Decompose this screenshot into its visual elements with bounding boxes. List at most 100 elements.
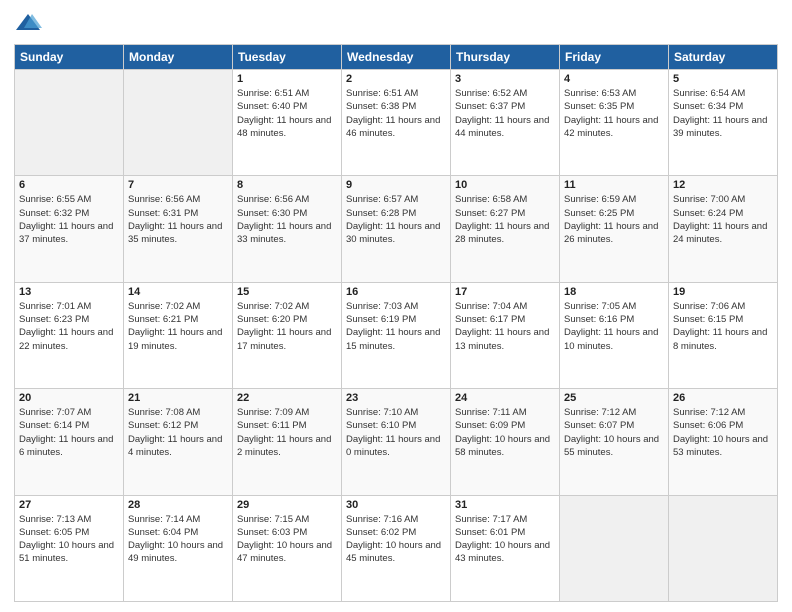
day-number: 3 — [455, 73, 555, 85]
col-header-sunday: Sunday — [15, 45, 124, 70]
day-info: Sunrise: 6:58 AMSunset: 6:27 PMDaylight:… — [455, 193, 555, 246]
day-number: 26 — [673, 392, 773, 404]
empty-cell — [669, 495, 778, 601]
day-info: Sunrise: 6:51 AMSunset: 6:40 PMDaylight:… — [237, 87, 337, 140]
day-number: 15 — [237, 286, 337, 298]
day-number: 17 — [455, 286, 555, 298]
day-number: 4 — [564, 73, 664, 85]
day-number: 9 — [346, 179, 446, 191]
day-cell: 9 Sunrise: 6:57 AMSunset: 6:28 PMDaylight… — [342, 176, 451, 282]
day-number: 12 — [673, 179, 773, 191]
day-number: 18 — [564, 286, 664, 298]
day-cell: 20Sunrise: 7:07 AMSunset: 6:14 PMDayligh… — [15, 389, 124, 495]
calendar-week-row: 27Sunrise: 7:13 AMSunset: 6:05 PMDayligh… — [15, 495, 778, 601]
empty-cell — [124, 70, 233, 176]
day-number: 2 — [346, 73, 446, 85]
col-header-saturday: Saturday — [669, 45, 778, 70]
day-cell: 2 Sunrise: 6:51 AMSunset: 6:38 PMDaylight… — [342, 70, 451, 176]
day-number: 23 — [346, 392, 446, 404]
day-info: Sunrise: 7:09 AMSunset: 6:11 PMDaylight:… — [237, 406, 337, 459]
col-header-tuesday: Tuesday — [233, 45, 342, 70]
day-info: Sunrise: 6:57 AMSunset: 6:28 PMDaylight:… — [346, 193, 446, 246]
day-cell: 10 Sunrise: 6:58 AMSunset: 6:27 PMDayligh… — [451, 176, 560, 282]
day-number: 13 — [19, 286, 119, 298]
day-cell: 12 Sunrise: 7:00 AMSunset: 6:24 PMDayligh… — [669, 176, 778, 282]
day-info: Sunrise: 7:02 AMSunset: 6:20 PMDaylight:… — [237, 300, 337, 353]
day-info: Sunrise: 7:15 AMSunset: 6:03 PMDaylight:… — [237, 513, 337, 566]
day-number: 22 — [237, 392, 337, 404]
day-info: Sunrise: 7:06 AMSunset: 6:15 PMDaylight:… — [673, 300, 773, 353]
day-number: 20 — [19, 392, 119, 404]
day-info: Sunrise: 6:51 AMSunset: 6:38 PMDaylight:… — [346, 87, 446, 140]
day-number: 29 — [237, 499, 337, 511]
day-number: 24 — [455, 392, 555, 404]
day-cell: 29 Sunrise: 7:15 AMSunset: 6:03 PMDayligh… — [233, 495, 342, 601]
day-cell: 11 Sunrise: 6:59 AMSunset: 6:25 PMDayligh… — [560, 176, 669, 282]
empty-cell — [560, 495, 669, 601]
col-header-monday: Monday — [124, 45, 233, 70]
day-cell: 15 Sunrise: 7:02 AMSunset: 6:20 PMDayligh… — [233, 282, 342, 388]
day-number: 31 — [455, 499, 555, 511]
day-info: Sunrise: 6:56 AMSunset: 6:31 PMDaylight:… — [128, 193, 228, 246]
day-cell: 19 Sunrise: 7:06 AMSunset: 6:15 PMDayligh… — [669, 282, 778, 388]
day-cell: 8 Sunrise: 6:56 AMSunset: 6:30 PMDaylight… — [233, 176, 342, 282]
calendar-week-row: 1Sunrise: 6:51 AMSunset: 6:40 PMDaylight… — [15, 70, 778, 176]
day-number: 30 — [346, 499, 446, 511]
day-number: 27 — [19, 499, 119, 511]
day-cell: 27Sunrise: 7:13 AMSunset: 6:05 PMDayligh… — [15, 495, 124, 601]
day-cell: 30Sunrise: 7:16 AMSunset: 6:02 PMDayligh… — [342, 495, 451, 601]
day-number: 5 — [673, 73, 773, 85]
day-number: 21 — [128, 392, 228, 404]
day-info: Sunrise: 7:17 AMSunset: 6:01 PMDaylight:… — [455, 513, 555, 566]
day-number: 25 — [564, 392, 664, 404]
calendar-week-row: 20Sunrise: 7:07 AMSunset: 6:14 PMDayligh… — [15, 389, 778, 495]
day-info: Sunrise: 7:10 AMSunset: 6:10 PMDaylight:… — [346, 406, 446, 459]
logo — [14, 10, 46, 38]
day-info: Sunrise: 6:52 AMSunset: 6:37 PMDaylight:… — [455, 87, 555, 140]
logo-icon — [14, 10, 42, 38]
calendar-week-row: 6 Sunrise: 6:55 AMSunset: 6:32 PMDaylight… — [15, 176, 778, 282]
day-number: 14 — [128, 286, 228, 298]
header — [14, 10, 778, 38]
day-number: 6 — [19, 179, 119, 191]
day-cell: 13 Sunrise: 7:01 AMSunset: 6:23 PMDayligh… — [15, 282, 124, 388]
page: SundayMondayTuesdayWednesdayThursdayFrid… — [0, 0, 792, 612]
day-cell: 4 Sunrise: 6:53 AMSunset: 6:35 PMDaylight… — [560, 70, 669, 176]
day-info: Sunrise: 7:14 AMSunset: 6:04 PMDaylight:… — [128, 513, 228, 566]
day-info: Sunrise: 7:12 AMSunset: 6:07 PMDaylight:… — [564, 406, 664, 459]
day-cell: 5 Sunrise: 6:54 AMSunset: 6:34 PMDaylight… — [669, 70, 778, 176]
day-number: 28 — [128, 499, 228, 511]
day-info: Sunrise: 7:01 AMSunset: 6:23 PMDaylight:… — [19, 300, 119, 353]
day-info: Sunrise: 7:05 AMSunset: 6:16 PMDaylight:… — [564, 300, 664, 353]
col-header-thursday: Thursday — [451, 45, 560, 70]
calendar: SundayMondayTuesdayWednesdayThursdayFrid… — [14, 44, 778, 602]
day-number: 7 — [128, 179, 228, 191]
day-info: Sunrise: 7:04 AMSunset: 6:17 PMDaylight:… — [455, 300, 555, 353]
day-cell: 18 Sunrise: 7:05 AMSunset: 6:16 PMDayligh… — [560, 282, 669, 388]
day-cell: 17 Sunrise: 7:04 AMSunset: 6:17 PMDayligh… — [451, 282, 560, 388]
calendar-header-row: SundayMondayTuesdayWednesdayThursdayFrid… — [15, 45, 778, 70]
day-cell: 31 Sunrise: 7:17 AMSunset: 6:01 PMDayligh… — [451, 495, 560, 601]
day-info: Sunrise: 6:59 AMSunset: 6:25 PMDaylight:… — [564, 193, 664, 246]
day-cell: 26 Sunrise: 7:12 AMSunset: 6:06 PMDayligh… — [669, 389, 778, 495]
day-info: Sunrise: 6:54 AMSunset: 6:34 PMDaylight:… — [673, 87, 773, 140]
day-info: Sunrise: 7:08 AMSunset: 6:12 PMDaylight:… — [128, 406, 228, 459]
day-info: Sunrise: 7:00 AMSunset: 6:24 PMDaylight:… — [673, 193, 773, 246]
day-number: 11 — [564, 179, 664, 191]
day-info: Sunrise: 6:53 AMSunset: 6:35 PMDaylight:… — [564, 87, 664, 140]
day-info: Sunrise: 6:55 AMSunset: 6:32 PMDaylight:… — [19, 193, 119, 246]
day-cell: 14Sunrise: 7:02 AMSunset: 6:21 PMDayligh… — [124, 282, 233, 388]
col-header-wednesday: Wednesday — [342, 45, 451, 70]
day-info: Sunrise: 7:12 AMSunset: 6:06 PMDaylight:… — [673, 406, 773, 459]
day-number: 10 — [455, 179, 555, 191]
day-cell: 23 Sunrise: 7:10 AMSunset: 6:10 PMDayligh… — [342, 389, 451, 495]
empty-cell — [15, 70, 124, 176]
day-number: 19 — [673, 286, 773, 298]
day-info: Sunrise: 6:56 AMSunset: 6:30 PMDaylight:… — [237, 193, 337, 246]
col-header-friday: Friday — [560, 45, 669, 70]
day-number: 8 — [237, 179, 337, 191]
day-cell: 24Sunrise: 7:11 AMSunset: 6:09 PMDayligh… — [451, 389, 560, 495]
day-cell: 3 Sunrise: 6:52 AMSunset: 6:37 PMDaylight… — [451, 70, 560, 176]
day-cell: 6 Sunrise: 6:55 AMSunset: 6:32 PMDaylight… — [15, 176, 124, 282]
calendar-week-row: 13 Sunrise: 7:01 AMSunset: 6:23 PMDayligh… — [15, 282, 778, 388]
